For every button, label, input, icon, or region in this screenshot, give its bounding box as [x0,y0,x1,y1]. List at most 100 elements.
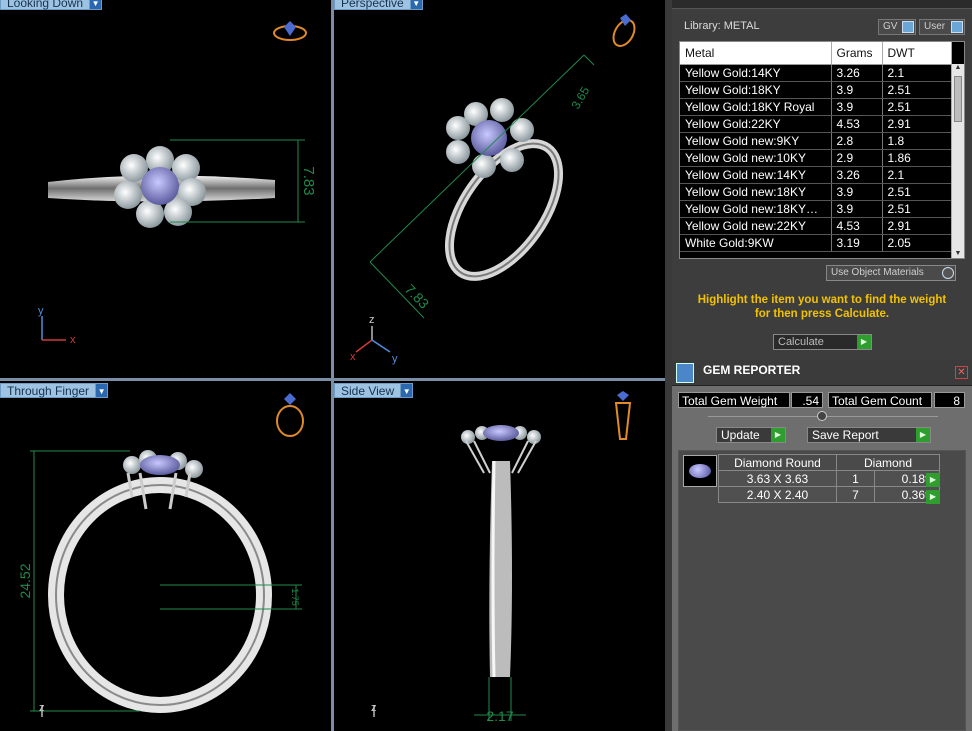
viewport-label: Through Finger [0,383,97,398]
viewport-tab-perspective[interactable]: Perspective ▼ [334,0,423,10]
viewport-label: Perspective [334,0,411,10]
metal-dwt: 2.91 [882,217,952,235]
column-header-grams[interactable]: Grams [831,42,883,65]
metal-row[interactable]: Yellow Gold new:18KY 3.9 2.51 [680,183,952,201]
viewport-tab-looking-down[interactable]: Looking Down ▼ [0,0,103,10]
metal-row[interactable]: Yellow Gold new:9KY 2.8 1.8 [680,132,952,150]
metal-row[interactable]: Yellow Gold new:18KY… 3.9 2.51 [680,200,952,218]
total-gem-count-label: Total Gem Count [828,392,932,408]
metal-grams: 3.9 [831,200,883,218]
metal-grams: 4.53 [831,115,883,133]
scroll-thumb[interactable] [954,76,962,122]
metal-row[interactable]: White Gold:9KW 3.19 2.05 [680,234,952,252]
metal-grams: 3.9 [831,98,883,116]
metal-dwt: 1.8 [882,132,952,150]
metal-grams: 3.9 [831,81,883,99]
metal-row[interactable]: Yellow Gold:22KY 4.53 2.91 [680,115,952,133]
toggle-icon [942,267,954,279]
axis-z-label: z [39,702,45,714]
metal-name: Yellow Gold new:18KY [680,183,832,201]
update-label: Update [721,428,760,442]
gv-toggle[interactable]: GV [878,19,916,35]
viewport-tab-through-finger[interactable]: Through Finger ▼ [0,383,109,398]
metal-name: Yellow Gold:22KY [680,115,832,133]
metal-dwt: 2.51 [882,98,952,116]
viewport-label: Looking Down [0,0,91,10]
viewport-tab-side-view[interactable]: Side View ▼ [334,383,414,398]
metal-dwt: 2.51 [882,81,952,99]
metal-dwt: 2.1 [882,64,952,82]
viewport-through-finger[interactable]: Through Finger ▼ 24.52 1.75 z [0,381,331,731]
viewport-side-view[interactable]: Side View ▼ 2.17 z [334,381,665,731]
ring-render-side: 2.17 z [371,391,632,724]
panel-slider[interactable] [708,411,938,421]
metal-row[interactable]: Yellow Gold:14KY 3.26 2.1 [680,64,952,82]
metal-table-container[interactable]: Metal Grams DWT Yellow Gold:14KY 3.26 2.1 Y… [679,41,965,259]
column-header-dwt[interactable]: DWT [882,42,952,65]
toggle-icon [951,21,963,33]
gem-header-type: Diamond [836,454,940,471]
save-report-button[interactable]: Save Report ▶ [807,427,931,443]
metal-table-scrollbar[interactable]: ▲ ▼ [951,64,964,258]
metal-name: Yellow Gold:18KY Royal [680,98,832,116]
gem-header-shape: Diamond Round [718,454,837,471]
gem-table: Diamond Round Diamond 3.63 X 3.63 1 0.18… [718,454,940,503]
scroll-up-icon[interactable]: ▲ [952,64,964,74]
metal-row[interactable]: Yellow Gold new:10KY 2.9 1.86 [680,149,952,167]
viewport-splitter-vertical[interactable] [331,0,334,731]
chevron-down-icon[interactable]: ▼ [96,383,109,398]
gem-row-select-button[interactable]: ▶ [926,473,940,487]
dimension-label: 2.17 [486,708,513,724]
play-icon: ▶ [916,428,930,442]
gem-row[interactable]: 3.63 X 3.63 1 0.18tw [718,470,940,487]
total-gem-weight-label: Total Gem Weight [678,392,790,408]
gem-reporter-icon [676,363,694,383]
use-object-materials-toggle[interactable]: Use Object Materials [826,265,956,281]
close-icon[interactable]: ✕ [955,366,968,379]
panel-top-strip [672,0,972,9]
gem-size: 2.40 X 2.40 [718,486,837,503]
chevron-down-icon[interactable]: ▼ [410,0,423,10]
metal-grams: 3.9 [831,183,883,201]
metal-name: White Gold:9KW [680,234,832,252]
metal-row[interactable]: Yellow Gold new:22KY 4.53 2.91 [680,217,952,235]
gem-row[interactable]: 2.40 X 2.40 7 0.36tw [718,486,940,503]
metal-grams: 2.9 [831,149,883,167]
update-button[interactable]: Update ▶ [716,427,786,443]
toggle-icon [902,21,914,33]
scroll-down-icon[interactable]: ▼ [952,250,964,258]
metal-name: Yellow Gold new:14KY [680,166,832,184]
play-icon: ▶ [771,428,785,442]
metal-grams: 3.19 [831,234,883,252]
metal-grams: 2.8 [831,132,883,150]
metal-grams: 4.53 [831,217,883,235]
viewport-looking-down[interactable]: Looking Down ▼ 7.83 y x [0,0,331,378]
calculate-button[interactable]: Calculate ▶ [773,334,872,350]
column-header-metal[interactable]: Metal [680,42,832,65]
use-object-materials-label: Use Object Materials [831,267,924,278]
viewport-label: Side View [334,383,402,398]
metal-dwt: 1.86 [882,149,952,167]
user-toggle[interactable]: User [919,19,965,35]
gem-count: 1 [836,470,875,487]
gem-row-select-button[interactable]: ▶ [926,490,940,504]
calculate-label: Calculate [778,336,824,348]
library-title: Library: METAL [684,20,760,32]
ring-render-top: 7.83 y x [38,21,317,346]
metal-dwt: 2.1 [882,166,952,184]
metal-row[interactable]: Yellow Gold:18KY Royal 3.9 2.51 [680,98,952,116]
ring-thumbnail-icon [273,21,307,41]
metal-name: Yellow Gold new:10KY [680,149,832,167]
viewport-perspective[interactable]: Perspective ▼ 7.83 3.65 z x y [334,0,665,378]
ring-thumbnail-icon [276,393,304,437]
save-report-label: Save Report [812,428,879,442]
chevron-down-icon[interactable]: ▼ [401,383,414,398]
metal-row[interactable]: Yellow Gold new:14KY 3.26 2.1 [680,166,952,184]
metal-table: Metal Grams DWT Yellow Gold:14KY 3.26 2.1 Y… [680,42,952,252]
chevron-down-icon[interactable]: ▼ [90,0,103,10]
viewport-splitter-horizontal[interactable] [0,378,665,381]
metal-dwt: 2.91 [882,115,952,133]
axis-z-label: z [369,314,375,326]
metal-row[interactable]: Yellow Gold:18KY 3.9 2.51 [680,81,952,99]
slider-handle[interactable] [817,411,827,421]
